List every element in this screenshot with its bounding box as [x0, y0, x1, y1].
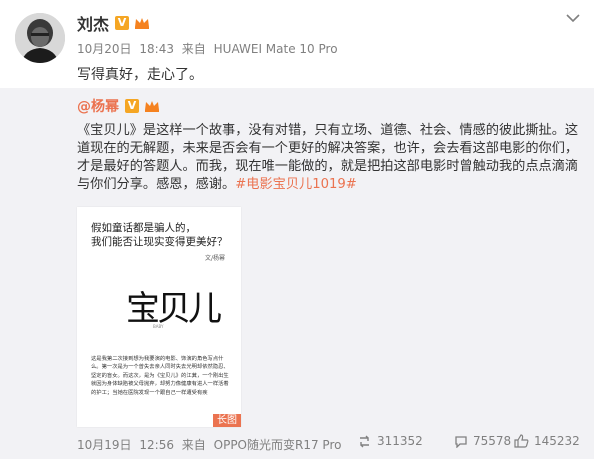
post-device[interactable]: HUAWEI Mate 10 Pro: [214, 42, 338, 56]
weibo-card: 刘杰 V 10月20日 18:43 来自 HUAWEI Mate 10 Pro …: [0, 0, 594, 459]
like-count: 145232: [534, 434, 580, 448]
repost-via: 来自: [181, 438, 206, 452]
repost-count: 311352: [377, 434, 423, 448]
vip-crown-icon: [145, 101, 159, 112]
verified-v-icon: V: [115, 16, 130, 30]
repost-author-name[interactable]: @杨幂: [77, 96, 119, 116]
like-icon: [514, 434, 529, 448]
post-via: 来自: [181, 42, 206, 56]
long-image-badge: 长图: [213, 414, 241, 427]
poster-logo: 宝贝儿: [126, 289, 222, 329]
poster-question-line1: 假如童话都是骗人的，: [91, 222, 196, 234]
repost-box: @杨幂 V 《宝贝儿》是这样一个故事，没有对错，只有立场、道德、社会、情感的彼此…: [0, 88, 594, 459]
poster-question-line2: 我们能否让现实变得更美好？: [91, 236, 228, 248]
post-date[interactable]: 10月20日: [77, 42, 132, 56]
poster-question: 假如童话都是骗人的， 我们能否让现实变得更美好？: [91, 221, 236, 249]
post-text: 写得真好，走心了。: [77, 67, 203, 83]
repost-image[interactable]: 假如童话都是骗人的， 我们能否让现实变得更美好？ 文/杨幂 宝贝儿 BABY 这…: [77, 207, 241, 427]
chevron-down-icon[interactable]: [565, 12, 581, 24]
repost-count-button[interactable]: 311352: [357, 434, 423, 448]
comment-count-button[interactable]: 75578: [454, 434, 511, 448]
comment-count: 75578: [473, 434, 512, 448]
repost-meta: 10月19日 12:56 来自 OPPO随光而变R17 Pro: [77, 436, 345, 453]
repost-icon: [360, 435, 369, 447]
like-count-button[interactable]: 145232: [514, 434, 580, 448]
vip-crown-icon: [135, 18, 150, 29]
repost-time[interactable]: 12:56: [139, 438, 174, 452]
poster-body: 这是我第二次接到想为我要演的电影、饰演的角色写点什么。第一次是为一个曾失去亲人同…: [91, 356, 229, 396]
post-time[interactable]: 18:43: [139, 42, 174, 56]
author-name[interactable]: 刘杰: [77, 11, 109, 35]
poster-signature: 文/杨幂: [205, 255, 226, 262]
verified-v-icon: V: [125, 99, 139, 113]
repost-text: 《宝贝儿》是这样一个故事，没有对错，只有立场、道德、社会、情感的彼此撕扯。这道现…: [77, 122, 582, 194]
comment-icon: [455, 435, 467, 448]
repost-device[interactable]: OPPO随光而变R17 Pro: [214, 438, 342, 452]
avatar[interactable]: [15, 13, 65, 63]
repost-author-row: @杨幂 V: [77, 97, 161, 115]
author-row: 刘杰 V: [77, 12, 151, 34]
repost-date[interactable]: 10月19日: [77, 438, 132, 452]
post-meta: 10月20日 18:43 来自 HUAWEI Mate 10 Pro: [77, 40, 342, 57]
poster-logo-sub: BABY: [153, 324, 164, 329]
hashtag-link[interactable]: #电影宝贝儿1019#: [235, 177, 357, 192]
